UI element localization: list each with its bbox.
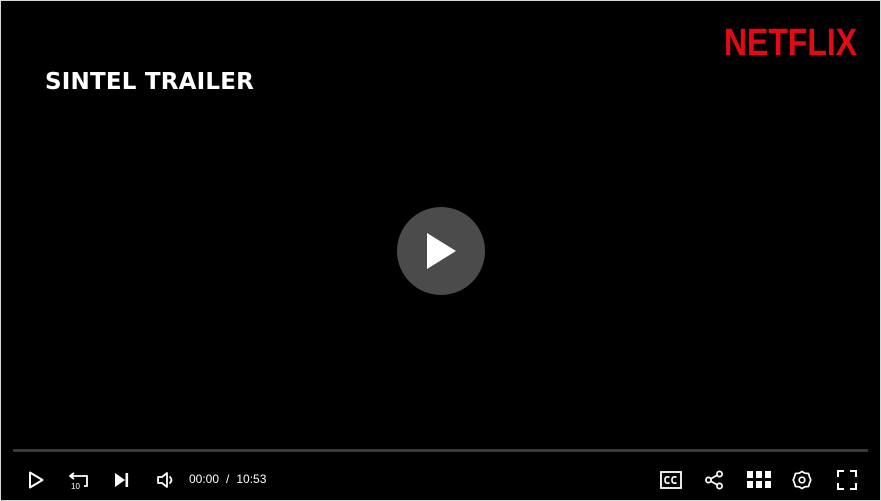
next-button[interactable] [109,468,135,492]
video-player[interactable]: NETFLIX SINTEL TRAILER 10 00:00 / 10:53 [0,0,881,501]
current-time: 00:00 [189,472,220,486]
fullscreen-button[interactable] [834,468,860,492]
control-bar: 10 00:00 / 10:53 [1,463,880,497]
skip-next-icon [115,473,129,487]
rewind-seconds-label: 10 [71,482,80,491]
play-icon [427,233,456,269]
grid-button[interactable] [746,468,772,492]
grid-icon [747,471,771,488]
video-title: SINTEL TRAILER [45,69,255,95]
progress-bar[interactable] [13,449,868,452]
volume-icon [157,472,173,488]
svg-text:NETFLIX: NETFLIX [724,22,858,61]
captions-button[interactable] [658,468,684,492]
volume-button[interactable] [154,468,180,492]
rewind-10-button[interactable]: 10 [66,468,92,492]
closed-captions-icon [660,471,682,489]
fullscreen-icon [837,470,857,490]
time-separator: / [226,472,230,486]
settings-icon [792,470,812,490]
time-display: 00:00 / 10:53 [189,472,266,486]
play-icon [29,471,44,489]
share-button[interactable] [701,468,727,492]
share-icon [705,470,723,490]
netflix-logo: NETFLIX [724,22,858,61]
duration: 10:53 [236,472,267,486]
settings-button[interactable] [789,468,815,492]
big-play-button[interactable] [397,207,485,295]
rewind-10-icon: 10 [69,472,88,491]
play-button[interactable] [23,468,49,492]
